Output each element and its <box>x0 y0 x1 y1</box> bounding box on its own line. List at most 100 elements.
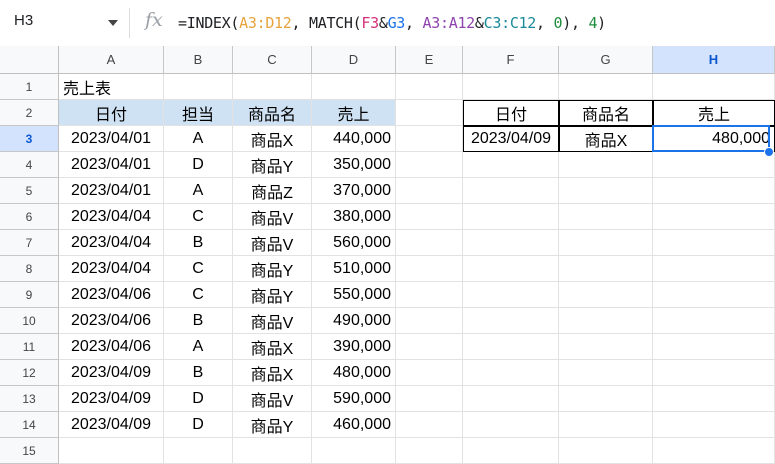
lookup-value-cell[interactable]: 480,000 <box>653 126 775 152</box>
grid-cell[interactable] <box>653 282 775 308</box>
table-data-cell[interactable]: 商品V <box>233 386 312 412</box>
table-data-cell[interactable]: 440,000 <box>312 126 396 152</box>
lookup-value-cell[interactable]: 商品X <box>559 126 653 152</box>
table-data-cell[interactable]: 550,000 <box>312 282 396 308</box>
row-header-2[interactable]: 2 <box>0 100 59 126</box>
name-box[interactable]: H3 <box>14 12 33 29</box>
grid-cell[interactable] <box>396 100 463 126</box>
lookup-header-cell[interactable]: 売上 <box>653 100 775 126</box>
table-data-cell[interactable]: 商品V <box>233 204 312 230</box>
row-header-1[interactable]: 1 <box>0 74 59 100</box>
table-title[interactable]: 売上表 <box>59 74 164 100</box>
grid-cell[interactable] <box>396 412 463 438</box>
row-header-3[interactable]: 3 <box>0 126 59 152</box>
grid-cell[interactable] <box>559 438 653 464</box>
table-data-cell[interactable]: 商品V <box>233 308 312 334</box>
table-data-cell[interactable]: 商品Y <box>233 256 312 282</box>
grid-cell[interactable] <box>559 360 653 386</box>
grid-cell[interactable] <box>559 386 653 412</box>
grid-cell[interactable] <box>463 282 559 308</box>
grid-cell[interactable] <box>559 230 653 256</box>
grid-cell[interactable] <box>396 360 463 386</box>
grid-cell[interactable] <box>312 438 396 464</box>
column-header-b[interactable]: B <box>164 46 233 74</box>
grid-cell[interactable] <box>559 256 653 282</box>
table-data-cell[interactable]: 2023/04/01 <box>59 152 164 178</box>
row-header-15[interactable]: 15 <box>0 438 59 464</box>
column-header-c[interactable]: C <box>233 46 312 74</box>
table-data-cell[interactable]: A <box>164 334 233 360</box>
grid-cell[interactable] <box>463 204 559 230</box>
grid-cell[interactable] <box>559 334 653 360</box>
row-header-6[interactable]: 6 <box>0 204 59 230</box>
table-data-cell[interactable]: 2023/04/04 <box>59 230 164 256</box>
grid-cell[interactable] <box>396 152 463 178</box>
grid-cell[interactable] <box>463 438 559 464</box>
formula-input[interactable]: =INDEX(A3:D12, MATCH(F3&G3, A3:A12&C3:C1… <box>178 14 606 32</box>
column-header-e[interactable]: E <box>396 46 463 74</box>
table-data-cell[interactable]: 商品X <box>233 334 312 360</box>
table-data-cell[interactable]: 2023/04/04 <box>59 204 164 230</box>
table-data-cell[interactable]: 商品Y <box>233 152 312 178</box>
table-data-cell[interactable]: C <box>164 204 233 230</box>
table-data-cell[interactable]: 2023/04/06 <box>59 308 164 334</box>
grid-cell[interactable] <box>396 230 463 256</box>
grid-cell[interactable] <box>396 282 463 308</box>
table-data-cell[interactable]: 370,000 <box>312 178 396 204</box>
row-header-7[interactable]: 7 <box>0 230 59 256</box>
table-data-cell[interactable]: C <box>164 282 233 308</box>
grid-cell[interactable] <box>559 204 653 230</box>
table-data-cell[interactable]: 商品Z <box>233 178 312 204</box>
table-data-cell[interactable]: 商品Y <box>233 412 312 438</box>
table-header-cell[interactable]: 担当 <box>164 100 233 126</box>
table-data-cell[interactable]: A <box>164 178 233 204</box>
lookup-value-cell[interactable]: 2023/04/09 <box>463 126 559 152</box>
table-data-cell[interactable]: C <box>164 256 233 282</box>
row-header-13[interactable]: 13 <box>0 386 59 412</box>
table-data-cell[interactable]: 590,000 <box>312 386 396 412</box>
table-data-cell[interactable]: 商品V <box>233 230 312 256</box>
row-header-10[interactable]: 10 <box>0 308 59 334</box>
table-data-cell[interactable]: 商品Y <box>233 282 312 308</box>
table-data-cell[interactable]: 2023/04/06 <box>59 334 164 360</box>
grid-cell[interactable] <box>396 74 463 100</box>
grid-cell[interactable] <box>653 438 775 464</box>
row-header-9[interactable]: 9 <box>0 282 59 308</box>
table-data-cell[interactable]: 480,000 <box>312 360 396 386</box>
column-header-d[interactable]: D <box>312 46 396 74</box>
table-data-cell[interactable]: D <box>164 152 233 178</box>
grid-cell[interactable] <box>653 178 775 204</box>
grid-cell[interactable] <box>653 152 775 178</box>
grid-cell[interactable] <box>653 256 775 282</box>
grid-cell[interactable] <box>559 308 653 334</box>
grid-cell[interactable] <box>463 152 559 178</box>
table-data-cell[interactable]: 490,000 <box>312 308 396 334</box>
grid-cell[interactable] <box>312 74 396 100</box>
table-data-cell[interactable]: 380,000 <box>312 204 396 230</box>
grid-cell[interactable] <box>463 412 559 438</box>
table-data-cell[interactable]: 商品X <box>233 360 312 386</box>
table-data-cell[interactable]: 2023/04/09 <box>59 386 164 412</box>
grid-cell[interactable] <box>653 412 775 438</box>
table-data-cell[interactable]: B <box>164 230 233 256</box>
grid-cell[interactable] <box>463 178 559 204</box>
grid-cell[interactable] <box>653 386 775 412</box>
table-data-cell[interactable]: 460,000 <box>312 412 396 438</box>
grid-cell[interactable] <box>559 282 653 308</box>
grid-cell[interactable] <box>463 308 559 334</box>
grid-cell[interactable] <box>164 438 233 464</box>
table-data-cell[interactable]: 2023/04/04 <box>59 256 164 282</box>
table-data-cell[interactable]: 2023/04/06 <box>59 282 164 308</box>
row-header-4[interactable]: 4 <box>0 152 59 178</box>
grid-cell[interactable] <box>653 308 775 334</box>
lookup-header-cell[interactable]: 商品名 <box>559 100 653 126</box>
table-data-cell[interactable]: 2023/04/01 <box>59 178 164 204</box>
grid-cell[interactable] <box>463 230 559 256</box>
grid-cell[interactable] <box>559 152 653 178</box>
grid-cell[interactable] <box>396 126 463 152</box>
table-header-cell[interactable]: 売上 <box>312 100 396 126</box>
column-header-a[interactable]: A <box>59 46 164 74</box>
select-all-corner[interactable] <box>0 46 59 74</box>
column-header-f[interactable]: F <box>463 46 559 74</box>
row-header-5[interactable]: 5 <box>0 178 59 204</box>
